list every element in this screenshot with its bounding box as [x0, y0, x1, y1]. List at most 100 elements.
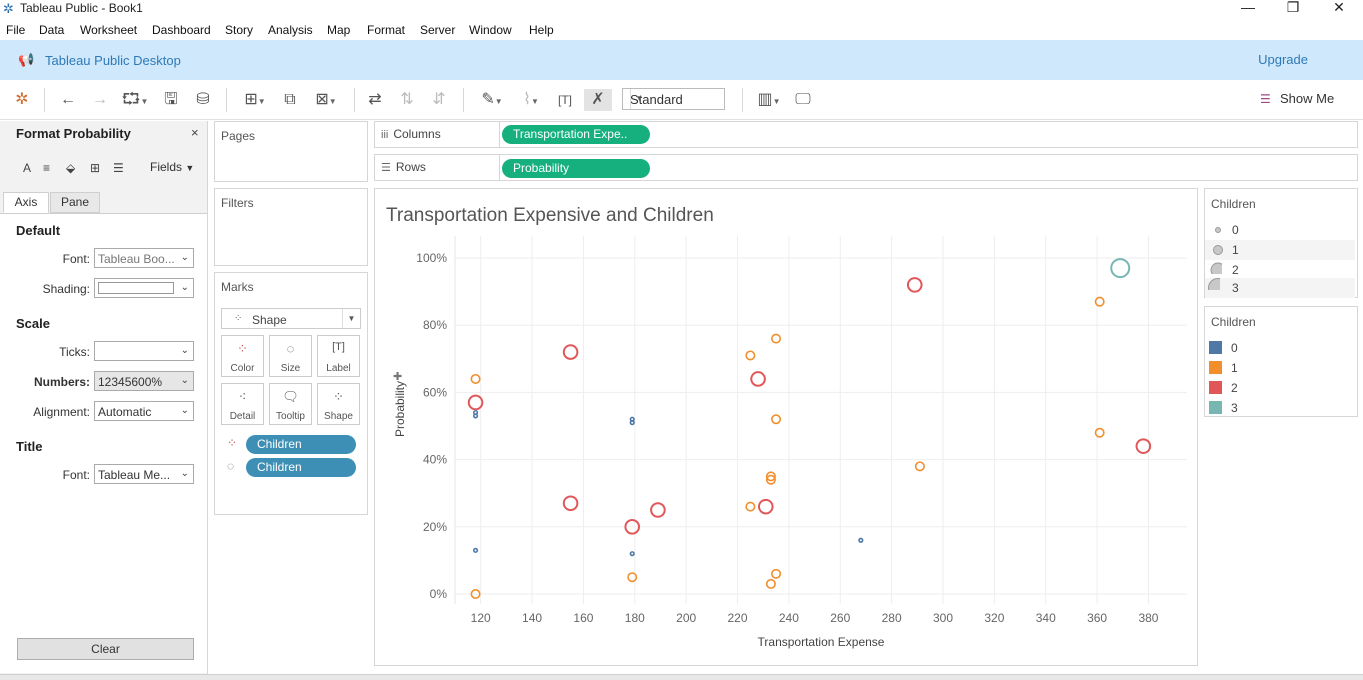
- menu-worksheet[interactable]: Worksheet: [80, 23, 137, 37]
- x-axis-label[interactable]: Transportation Expense: [758, 635, 885, 649]
- data-point-children-0[interactable]: [472, 409, 479, 416]
- size-swatch-2: [1210, 262, 1222, 274]
- color-legend-item[interactable]: 3: [1205, 398, 1355, 418]
- data-point-children-1[interactable]: [771, 333, 782, 344]
- data-point-children-0[interactable]: [629, 551, 635, 557]
- borders-format-icon[interactable]: ⊞: [90, 161, 100, 175]
- show-mark-labels-icon[interactable]: [T]: [554, 89, 576, 111]
- data-point-children-1[interactable]: [771, 568, 782, 579]
- presentation-mode-icon[interactable]: 🖵: [792, 89, 814, 111]
- lines-format-icon[interactable]: ☰: [113, 161, 124, 175]
- transportation-expense-pill[interactable]: Transportation Expe..: [502, 125, 650, 144]
- shading-select[interactable]: ⌄: [94, 278, 194, 298]
- size-legend-item[interactable]: 1: [1205, 240, 1355, 260]
- title-font-select[interactable]: Tableau Me... ⌄: [94, 464, 194, 484]
- data-point-children-0[interactable]: [858, 537, 864, 543]
- show-me-button[interactable]: ☰ Show Me: [1260, 91, 1334, 106]
- alignment-format-icon[interactable]: ≡: [43, 161, 50, 175]
- color-legend-item[interactable]: 2: [1205, 378, 1355, 398]
- data-point-children-1[interactable]: [745, 350, 756, 361]
- fit-select[interactable]: Standard ▼: [622, 88, 725, 110]
- menu-file[interactable]: File: [6, 23, 25, 37]
- new-datasource-icon[interactable]: ⛁: [192, 89, 214, 111]
- sort-descending-icon[interactable]: ⇵: [428, 89, 450, 111]
- data-point-children-1[interactable]: [771, 414, 782, 425]
- fix-axes-icon[interactable]: ✗: [584, 89, 612, 111]
- detail-button[interactable]: ⁖ Detail: [221, 383, 264, 425]
- label-button[interactable]: [T] Label: [317, 335, 360, 377]
- duplicate-sheet-icon[interactable]: ⧉: [279, 89, 301, 111]
- probability-pill[interactable]: Probability: [502, 159, 650, 178]
- mark-type-select[interactable]: ⁘ Shape ▼: [221, 308, 361, 329]
- menu-map[interactable]: Map: [327, 23, 350, 37]
- data-point-children-2[interactable]: [757, 498, 774, 515]
- ticks-select[interactable]: ⌄: [94, 341, 194, 361]
- highlight-icon[interactable]: ✎▼: [475, 89, 509, 111]
- upgrade-link[interactable]: Upgrade: [1258, 52, 1308, 67]
- menu-dashboard[interactable]: Dashboard: [152, 23, 211, 37]
- color-legend-item[interactable]: 0: [1205, 338, 1355, 358]
- replay-icon[interactable]: ⮔▼: [118, 89, 152, 111]
- fields-dropdown[interactable]: Fields ▼: [150, 160, 194, 174]
- menu-help[interactable]: Help: [529, 23, 554, 37]
- data-point-children-2[interactable]: [906, 277, 923, 293]
- pages-card[interactable]: Pages: [214, 121, 368, 182]
- group-members-icon[interactable]: ⌇▼: [514, 89, 548, 111]
- data-point-children-1[interactable]: [914, 461, 925, 472]
- tooltip-button[interactable]: 🗨 Tooltip: [269, 383, 312, 425]
- menu-server[interactable]: Server: [420, 23, 455, 37]
- y-tick-label: 20%: [423, 520, 447, 534]
- size-legend-item[interactable]: 3: [1205, 278, 1355, 298]
- data-point-children-2[interactable]: [562, 344, 579, 360]
- numbers-select[interactable]: 12345600% ⌄: [94, 371, 194, 391]
- filters-card[interactable]: Filters: [214, 188, 368, 266]
- close-pane-icon[interactable]: ×: [191, 125, 199, 140]
- clear-sheet-icon[interactable]: ⊠▼: [308, 89, 344, 111]
- shading-format-icon[interactable]: ⬙: [66, 161, 75, 175]
- size-swatch-0: [1215, 227, 1221, 233]
- clear-button[interactable]: Clear: [17, 638, 194, 660]
- data-point-children-0[interactable]: [629, 416, 635, 422]
- redo-icon[interactable]: →: [89, 89, 111, 111]
- data-point-children-0[interactable]: [472, 547, 479, 553]
- new-worksheet-icon[interactable]: ⊞▼: [237, 89, 273, 111]
- sort-ascending-icon[interactable]: ⇅: [396, 89, 418, 111]
- size-legend-item[interactable]: 2: [1205, 260, 1355, 280]
- pin-icon[interactable]: ✚: [393, 371, 402, 383]
- undo-icon[interactable]: ←: [57, 89, 79, 111]
- font-select[interactable]: Tableau Boo... ⌄: [94, 248, 194, 268]
- data-point-children-2[interactable]: [650, 502, 666, 518]
- menu-story[interactable]: Story: [225, 23, 253, 37]
- size-button[interactable]: ◌ Size: [269, 335, 312, 377]
- menu-format[interactable]: Format: [367, 23, 405, 37]
- color-button[interactable]: ⁘ Color: [221, 335, 264, 377]
- data-point-children-2[interactable]: [750, 371, 766, 387]
- swap-rows-columns-icon[interactable]: ⇄: [364, 89, 386, 111]
- save-icon[interactable]: 🖫: [160, 89, 182, 111]
- tableau-home-icon[interactable]: ✲: [11, 89, 33, 111]
- font-format-icon[interactable]: A: [23, 161, 31, 175]
- data-point-children-1[interactable]: [745, 501, 756, 512]
- color-legend-item[interactable]: 1: [1205, 358, 1355, 378]
- alignment-label: Alignment:: [33, 405, 90, 419]
- data-point-children-1[interactable]: [765, 578, 776, 589]
- data-point-children-3[interactable]: [1110, 258, 1131, 279]
- alignment-select[interactable]: Automatic ⌄: [94, 401, 194, 421]
- size-legend-item[interactable]: 0: [1205, 220, 1355, 240]
- tab-pane[interactable]: Pane: [50, 192, 100, 213]
- data-point-children-1[interactable]: [470, 373, 481, 384]
- minimize-icon[interactable]: —: [1225, 0, 1271, 18]
- menu-analysis[interactable]: Analysis: [268, 23, 313, 37]
- children-shape-pill[interactable]: Children: [246, 458, 356, 477]
- children-color-pill[interactable]: Children: [246, 435, 356, 454]
- y-axis-label[interactable]: Probability: [393, 381, 407, 437]
- shape-button[interactable]: ⁘ Shape: [317, 383, 360, 425]
- scatter-chart[interactable]: Transportation Expensive and Children 0%…: [375, 189, 1197, 665]
- menu-data[interactable]: Data: [39, 23, 64, 37]
- menu-window[interactable]: Window: [469, 23, 512, 37]
- tab-axis[interactable]: Axis: [3, 192, 49, 213]
- restore-icon[interactable]: ❐: [1270, 0, 1316, 18]
- show-cards-icon[interactable]: ▥▼: [752, 89, 786, 111]
- close-window-icon[interactable]: ✕: [1316, 0, 1362, 18]
- data-point-children-2[interactable]: [562, 495, 579, 512]
